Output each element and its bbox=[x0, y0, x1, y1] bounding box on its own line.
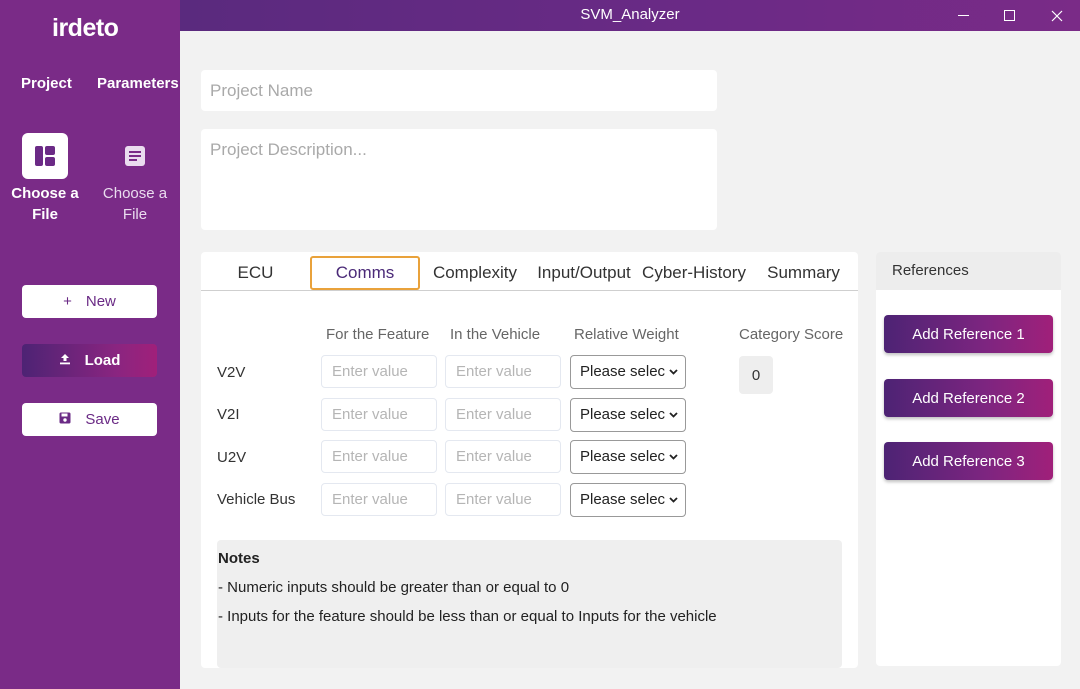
u2v-weight-value: Please selec bbox=[580, 448, 666, 465]
dashboard-icon bbox=[22, 133, 68, 179]
row-label-vehicle-bus: Vehicle Bus bbox=[217, 491, 296, 508]
v2i-feature-input[interactable]: Enter value bbox=[321, 398, 437, 431]
column-header-weight: Relative Weight bbox=[574, 326, 679, 343]
row-label-v2i: V2I bbox=[217, 406, 240, 423]
close-icon bbox=[1051, 10, 1063, 21]
project-name-input[interactable]: Project Name bbox=[201, 70, 717, 111]
choose-file-label: Choose a File bbox=[0, 183, 90, 225]
choose-file-label-line1: Choose a bbox=[11, 185, 79, 202]
column-header-feature: For the Feature bbox=[326, 326, 430, 343]
plus-icon: + bbox=[63, 293, 72, 310]
choose-file-tile[interactable]: Choose a File bbox=[90, 133, 180, 225]
notes-heading: Notes bbox=[218, 550, 260, 567]
title-bar: SVM_Analyzer bbox=[180, 0, 1080, 31]
choose-file-label-line1: Choose a bbox=[102, 185, 168, 202]
chevron-down-icon bbox=[669, 497, 678, 503]
choose-file-label-line2: File bbox=[32, 206, 58, 223]
maximize-icon bbox=[1003, 10, 1015, 21]
chevron-down-icon bbox=[669, 369, 678, 375]
vehicle-bus-weight-select[interactable]: Please selec bbox=[570, 483, 686, 517]
new-button-label: New bbox=[85, 293, 116, 310]
minimize-icon bbox=[957, 14, 969, 16]
column-header-vehicle: In the Vehicle bbox=[450, 326, 541, 343]
tab-ecu[interactable]: ECU bbox=[201, 256, 310, 290]
category-score-value: 0 bbox=[739, 356, 773, 394]
choose-file-label-line2: File bbox=[122, 206, 148, 223]
category-tabs: ECU Comms Complexity Input/Output Cyber-… bbox=[201, 252, 858, 291]
u2v-weight-select[interactable]: Please selec bbox=[570, 440, 686, 474]
v2i-weight-value: Please selec bbox=[580, 406, 666, 423]
notes-line: - Inputs for the feature should be less … bbox=[218, 608, 717, 625]
add-reference-2-button[interactable]: Add Reference 2 bbox=[884, 379, 1053, 417]
chevron-down-icon bbox=[669, 412, 678, 418]
column-header-score: Category Score bbox=[739, 326, 844, 343]
vehicle-bus-vehicle-input[interactable]: Enter value bbox=[445, 483, 561, 516]
v2v-feature-input[interactable]: Enter value bbox=[321, 355, 437, 388]
vehicle-bus-weight-value: Please selec bbox=[580, 491, 666, 508]
choose-file-tile-active[interactable]: Choose a File bbox=[0, 133, 90, 225]
row-label-u2v: U2V bbox=[217, 449, 247, 466]
notes-line: - Numeric inputs should be greater than … bbox=[218, 579, 570, 596]
nav-project[interactable]: Project bbox=[21, 75, 72, 92]
category-card: ECU Comms Complexity Input/Output Cyber-… bbox=[201, 252, 858, 668]
v2v-weight-select[interactable]: Please selec bbox=[570, 355, 686, 389]
save-button[interactable]: Save bbox=[22, 403, 157, 436]
v2v-vehicle-input[interactable]: Enter value bbox=[445, 355, 561, 388]
v2i-vehicle-input[interactable]: Enter value bbox=[445, 398, 561, 431]
references-panel: References Add Reference 1 Add Reference… bbox=[876, 252, 1061, 666]
floppy-disk-icon bbox=[59, 411, 71, 428]
new-button[interactable]: + New bbox=[22, 285, 157, 318]
v2i-weight-select[interactable]: Please selec bbox=[570, 398, 686, 432]
tab-comms[interactable]: Comms bbox=[310, 256, 420, 290]
v2v-weight-value: Please selec bbox=[580, 363, 666, 380]
choose-file-label: Choose a File bbox=[90, 183, 180, 225]
close-button[interactable] bbox=[1034, 0, 1080, 31]
u2v-vehicle-input[interactable]: Enter value bbox=[445, 440, 561, 473]
save-button-label: Save bbox=[85, 411, 120, 428]
tab-input-output[interactable]: Input/Output bbox=[531, 256, 637, 290]
load-button[interactable]: Load bbox=[22, 344, 157, 377]
sidebar: irdeto Project Parameters Choose a File … bbox=[0, 0, 180, 689]
upload-icon bbox=[59, 352, 71, 369]
load-button-label: Load bbox=[84, 352, 121, 369]
minimize-button[interactable] bbox=[940, 0, 986, 31]
notes-panel: Notes - Numeric inputs should be greater… bbox=[217, 540, 842, 668]
u2v-feature-input[interactable]: Enter value bbox=[321, 440, 437, 473]
document-icon bbox=[112, 133, 158, 179]
tab-cyber-history[interactable]: Cyber-History bbox=[639, 256, 749, 290]
row-label-v2v: V2V bbox=[217, 364, 246, 381]
references-heading: References bbox=[876, 252, 1061, 290]
chevron-down-icon bbox=[669, 454, 678, 460]
add-reference-1-button[interactable]: Add Reference 1 bbox=[884, 315, 1053, 353]
irdeto-logo: irdeto bbox=[52, 14, 119, 42]
project-description-input[interactable]: Project Description... bbox=[201, 129, 717, 230]
add-reference-3-button[interactable]: Add Reference 3 bbox=[884, 442, 1053, 480]
tab-summary[interactable]: Summary bbox=[749, 256, 858, 290]
vehicle-bus-feature-input[interactable]: Enter value bbox=[321, 483, 437, 516]
nav-parameters[interactable]: Parameters bbox=[97, 75, 179, 92]
tab-complexity[interactable]: Complexity bbox=[422, 256, 528, 290]
maximize-button[interactable] bbox=[986, 0, 1032, 31]
